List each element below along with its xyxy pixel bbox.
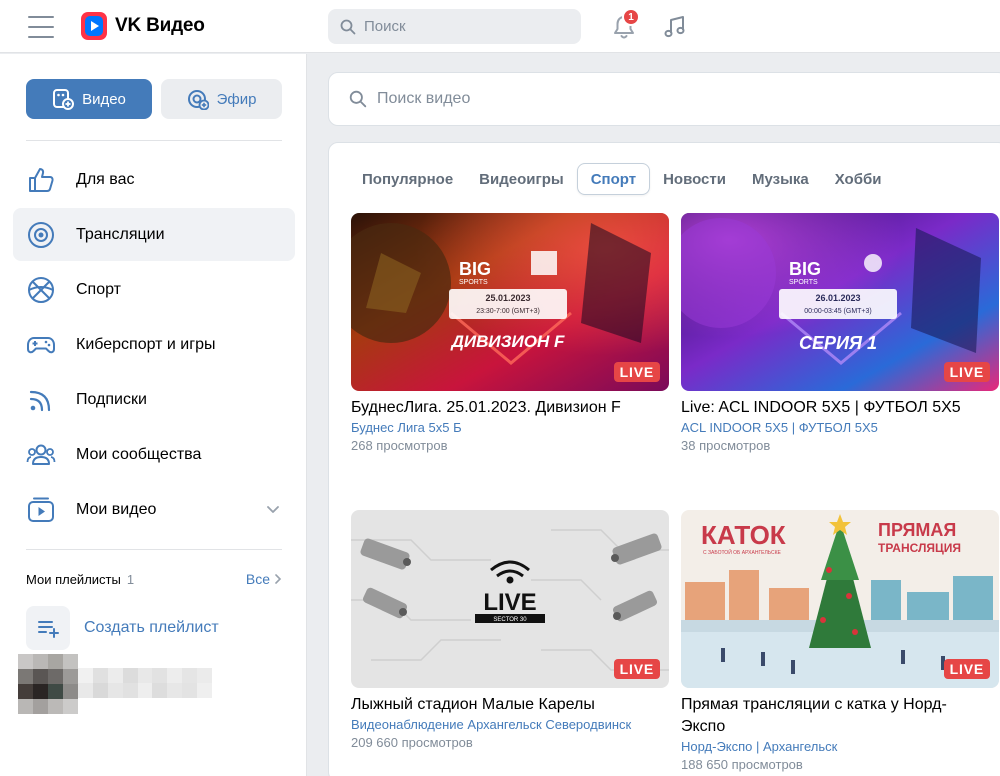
broadcast-icon xyxy=(187,90,209,110)
thumb-brand-sub: SPORTS xyxy=(789,279,818,286)
video-title[interactable]: Лыжный стадион Малые Карелы xyxy=(351,694,669,716)
playlists-header: Мои плейлисты 1 Все xyxy=(26,569,282,589)
video-icon xyxy=(28,497,54,522)
playlists-count: 1 xyxy=(126,571,135,587)
video-card[interactable]: BIG SPORTS 25.01.2023 23:30-7:00 (GMT+3)… xyxy=(351,213,669,453)
video-channel-link[interactable]: Видеонаблюдение Архангельск Северодвинск xyxy=(351,717,669,732)
video-channel-link[interactable]: ACL INDOOR 5X5 | ФУТБОЛ 5Х5 xyxy=(681,420,999,435)
thumb-brand-sub: SPORTS xyxy=(459,279,488,286)
video-thumbnail[interactable]: LIVE SECTOR 30 LIVE xyxy=(351,510,669,688)
category-tabs: Популярное Видеоигры Спорт Новости Музык… xyxy=(349,163,894,195)
thumb-left-title: КАТОК xyxy=(701,520,786,550)
sidebar: Видео Эфир Для вас Трансляции Спорт Кибе… xyxy=(0,54,307,776)
video-views: 188 650 просмотров xyxy=(681,757,803,772)
video-library-icon xyxy=(53,89,75,110)
playlists-title: Мои плейлисты xyxy=(26,571,121,587)
video-card[interactable]: LIVE SECTOR 30 LIVE Лыжный стадион Малые… xyxy=(351,510,669,750)
thumb-brand: BIG xyxy=(789,259,821,279)
thumb-brand-sub: SECTOR 30 xyxy=(493,617,527,623)
video-thumbnail[interactable]: КАТОК С ЗАБОТОЙ ОБ АРХАНГЕЛЬСКЕ ПРЯМАЯ Т… xyxy=(681,510,999,688)
video-card[interactable]: BIG SPORTS 26.01.2023 00:00-03:45 (GMT+3… xyxy=(681,213,999,453)
sidebar-divider xyxy=(26,140,282,141)
thumb-left-sub: С ЗАБОТОЙ ОБ АРХАНГЕЛЬСКЕ xyxy=(703,548,781,556)
sidebar-item-subscriptions[interactable]: Подписки xyxy=(13,373,295,426)
content-panel: Популярное Видеоигры Спорт Новости Музык… xyxy=(328,142,1000,776)
sidebar-item-for-you[interactable]: Для вас xyxy=(13,153,295,206)
thumb-date: 26.01.2023 xyxy=(815,293,860,303)
thumb-right-line1: ПРЯМАЯ xyxy=(878,520,956,540)
video-thumbnail[interactable]: BIG SPORTS 26.01.2023 00:00-03:45 (GMT+3… xyxy=(681,213,999,391)
chevron-down-icon[interactable] xyxy=(266,502,280,516)
tab-videogames[interactable]: Видеоигры xyxy=(466,163,577,195)
ball-icon xyxy=(28,276,54,303)
thumb-caption: ДИВИЗИОН F xyxy=(450,332,565,351)
menu-icon[interactable] xyxy=(28,16,54,38)
tab-popular[interactable]: Популярное xyxy=(349,163,466,195)
video-views: 38 просмотров xyxy=(681,438,771,453)
sidebar-item-my-videos[interactable]: Мои видео xyxy=(13,483,295,536)
video-views: 209 660 просмотров xyxy=(351,735,473,750)
tab-music[interactable]: Музыка xyxy=(739,163,822,195)
logo-text: VK Видео xyxy=(115,15,205,36)
sidebar-item-sport[interactable]: Спорт xyxy=(13,263,295,316)
live-mode-button[interactable]: Эфир xyxy=(161,79,282,119)
video-card[interactable]: КАТОК С ЗАБОТОЙ ОБ АРХАНГЕЛЬСКЕ ПРЯМАЯ Т… xyxy=(681,510,999,772)
chevron-right-icon xyxy=(275,574,282,584)
tab-sport[interactable]: Спорт xyxy=(576,163,651,195)
video-title[interactable]: БуднесЛига. 25.01.2023. Дивизион F xyxy=(351,397,669,419)
thumb-time: 23:30-7:00 (GMT+3) xyxy=(476,308,540,315)
logo[interactable]: VK Видео xyxy=(81,12,205,40)
create-playlist-button[interactable]: Создать плейлист xyxy=(26,606,219,650)
vk-video-logo-icon xyxy=(81,12,107,40)
tab-news[interactable]: Новости xyxy=(650,163,739,195)
tab-hobby[interactable]: Хобби xyxy=(822,163,895,195)
sidebar-item-communities[interactable]: Мои сообщества xyxy=(13,428,295,481)
gamepad-icon xyxy=(27,336,55,353)
sidebar-divider xyxy=(26,549,282,550)
thumb-caption: СЕРИЯ 1 xyxy=(799,333,877,353)
create-playlist-label: Создать плейлист xyxy=(84,619,219,636)
live-badge: LIVE xyxy=(613,659,660,679)
top-bar: VK Видео 1 xyxy=(0,0,1000,53)
thumb-brand: LIVE xyxy=(483,589,536,616)
video-mode-label: Видео xyxy=(82,90,126,108)
blurred-user-name xyxy=(78,668,212,698)
like-icon xyxy=(29,167,54,192)
thumb-brand: BIG xyxy=(459,259,491,279)
video-search[interactable] xyxy=(328,72,1000,126)
playlists-all-link[interactable]: Все xyxy=(246,571,282,587)
video-views: 268 просмотров xyxy=(351,438,448,453)
search-icon xyxy=(340,19,356,34)
top-search-input[interactable] xyxy=(364,18,564,35)
live-badge: LIVE xyxy=(943,362,990,382)
notification-badge: 1 xyxy=(622,8,640,26)
live-badge: LIVE xyxy=(613,362,660,382)
search-icon xyxy=(349,90,367,108)
video-search-input[interactable] xyxy=(377,90,877,108)
users-icon xyxy=(26,444,56,465)
live-circle-icon xyxy=(28,221,54,248)
video-thumbnail[interactable]: BIG SPORTS 25.01.2023 23:30-7:00 (GMT+3)… xyxy=(351,213,669,391)
video-title[interactable]: Прямая трансляции с катка у Норд- Экспо xyxy=(681,694,999,738)
avatar[interactable] xyxy=(18,654,78,714)
live-mode-label: Эфир xyxy=(216,90,257,108)
video-mode-button[interactable]: Видео xyxy=(26,79,152,119)
thumb-date: 25.01.2023 xyxy=(485,293,530,303)
video-channel-link[interactable]: Норд-Экспо | Архангельск xyxy=(681,739,999,754)
thumb-right-line2: ТРАНСЛЯЦИЯ xyxy=(878,541,961,555)
video-channel-link[interactable]: Буднес Лига 5х5 Б xyxy=(351,420,669,435)
music-icon[interactable] xyxy=(662,14,688,40)
top-search[interactable] xyxy=(328,9,581,44)
video-title[interactable]: Live: ACL INDOOR 5X5 | ФУТБОЛ 5Х5 xyxy=(681,397,999,419)
thumb-time: 00:00-03:45 (GMT+3) xyxy=(804,308,872,315)
rss-icon xyxy=(29,390,51,411)
live-badge: LIVE xyxy=(943,659,990,679)
sidebar-item-esports[interactable]: Киберспорт и игры xyxy=(13,318,295,371)
sidebar-item-streams[interactable]: Трансляции xyxy=(13,208,295,261)
add-playlist-icon xyxy=(26,606,70,650)
